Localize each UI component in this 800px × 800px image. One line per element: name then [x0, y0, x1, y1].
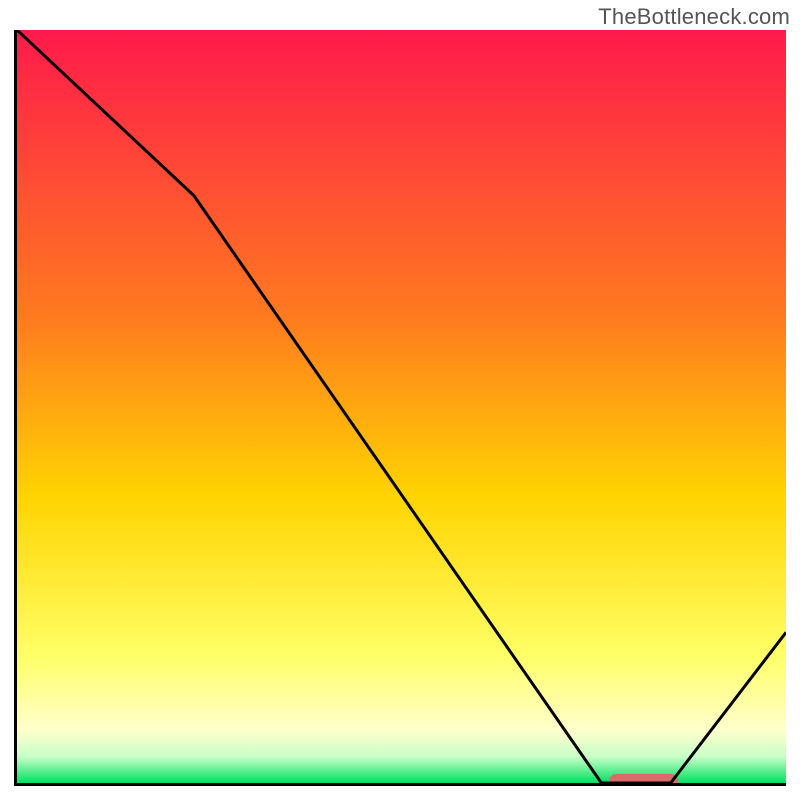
chart-svg [17, 30, 786, 783]
chart-axes [14, 30, 786, 786]
watermark-text: TheBottleneck.com [598, 4, 790, 30]
chart-wrapper: TheBottleneck.com [0, 0, 800, 800]
chart-background [17, 30, 786, 783]
